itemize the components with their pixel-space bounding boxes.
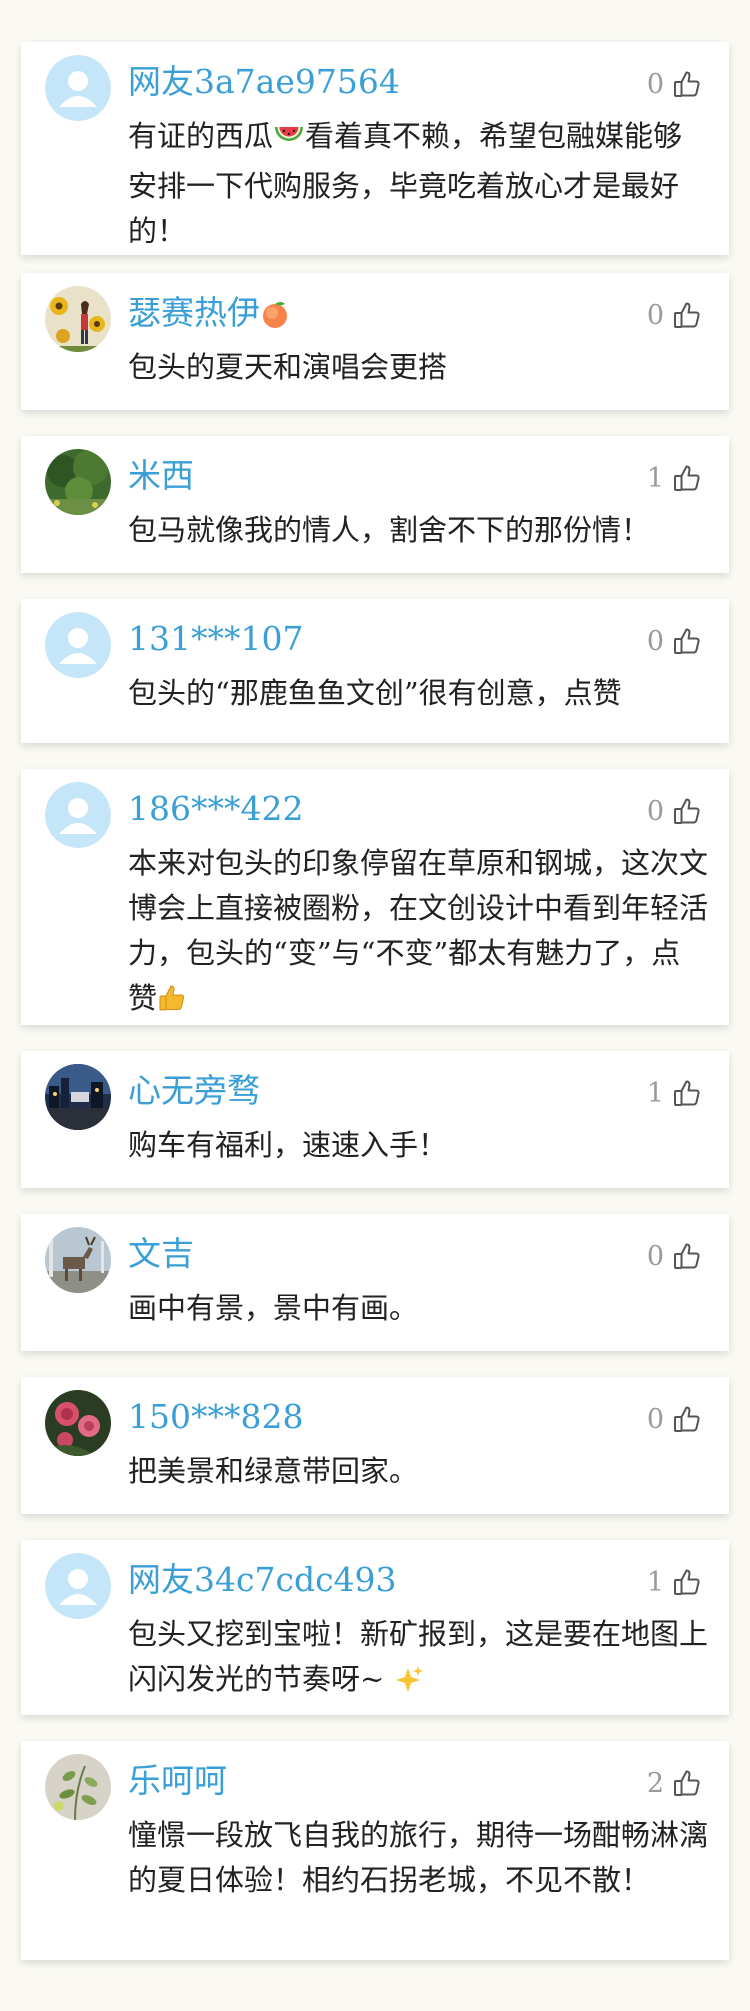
comment-text: 包头的夏天和演唱会更搭 <box>128 345 708 390</box>
comment-text-segment: 本来对包头的印象停留在草原和钢城，这次文博会上直接被圈粉，在文创设计中看到年轻活… <box>128 846 709 1015</box>
comment-text: 画中有景，景中有画。 <box>128 1286 708 1331</box>
like-count: 0 <box>646 625 664 657</box>
username[interactable]: 网友34c7cdc493 <box>128 1558 397 1602</box>
user-avatar[interactable] <box>45 286 111 352</box>
comment-card: 文吉 0 画中有景，景中有画。 <box>21 1214 729 1351</box>
comment-card: 心无旁骛 1 购车有福利，速速入手！ <box>21 1051 729 1188</box>
thumbs-up-icon[interactable] <box>672 796 702 826</box>
like-count: 0 <box>646 68 664 100</box>
username[interactable]: 186***422 <box>128 787 303 831</box>
username[interactable]: 米西 <box>128 454 194 498</box>
comment-text: 包头又挖到宝啦！新矿报到，这是要在地图上闪闪发光的节奏呀~ <box>128 1612 708 1707</box>
comment-text: 包头的“那鹿鱼鱼文创”很有创意，点赞 <box>128 671 708 716</box>
username-text: 乐呵呵 <box>128 1761 227 1800</box>
thumbs-up-icon[interactable] <box>672 463 702 493</box>
comment-text-segment: 包头的“那鹿鱼鱼文创”很有创意，点赞 <box>128 676 622 710</box>
username[interactable]: 心无旁骛 <box>128 1069 260 1113</box>
like-button[interactable]: 0 <box>647 295 702 335</box>
thumbs-up-icon[interactable] <box>672 1567 702 1597</box>
like-button[interactable]: 2 <box>647 1763 702 1803</box>
comment-text-segment: 包头的夏天和演唱会更搭 <box>128 350 448 384</box>
default-avatar[interactable] <box>45 55 111 121</box>
like-button[interactable]: 1 <box>647 1562 702 1602</box>
like-button[interactable]: 1 <box>647 1073 702 1113</box>
comment-text-segment: 有证的西瓜 <box>128 119 274 153</box>
thumbs-up-icon[interactable] <box>672 1768 702 1798</box>
like-count: 0 <box>646 299 664 331</box>
like-button[interactable]: 0 <box>647 1236 702 1276</box>
thumbs-up-icon[interactable] <box>672 300 702 330</box>
comment-text-segment: 购车有福利，速速入手！ <box>128 1128 448 1162</box>
sparkles-emoji <box>394 1662 424 1707</box>
comment-list: 网友3a7ae97564 0 有证的西瓜 看着真不赖，希望包融媒能够安排一下代购服务，… <box>0 0 750 2011</box>
comment-text: 憧憬一段放飞自我的旅行，期待一场酣畅淋漓的夏日体验！相约石拐老城，不见不散！ <box>128 1813 708 1903</box>
comment-card: 瑟赛热伊 0 包头的夏天和演唱会更搭 <box>21 273 729 410</box>
user-avatar[interactable] <box>45 1390 111 1456</box>
like-button[interactable]: 0 <box>647 791 702 831</box>
comment-text-segment: 画中有景，景中有画。 <box>128 1291 419 1325</box>
like-button[interactable]: 1 <box>647 458 702 498</box>
default-avatar[interactable] <box>45 612 111 678</box>
user-avatar[interactable] <box>45 449 111 515</box>
username-text: 186***422 <box>128 789 304 828</box>
comment-card: 网友3a7ae97564 0 有证的西瓜 看着真不赖，希望包融媒能够安排一下代购服务，… <box>21 42 729 255</box>
default-avatar[interactable] <box>45 782 111 848</box>
comment-text-segment: 包马就像我的情人，割舍不下的那份情！ <box>128 513 651 547</box>
username[interactable]: 网友3a7ae97564 <box>128 60 400 104</box>
username-text: 米西 <box>128 456 194 495</box>
like-button[interactable]: 0 <box>647 64 702 104</box>
username-text: 瑟赛热伊 <box>128 293 260 332</box>
user-avatar[interactable] <box>45 1064 111 1130</box>
comment-text: 有证的西瓜 看着真不赖，希望包融媒能够安排一下代购服务，毕竟吃着放心才是最好的！ <box>128 114 708 254</box>
username-text: 131***107 <box>128 619 304 658</box>
thumbs-up-icon[interactable] <box>672 1241 702 1271</box>
like-count: 1 <box>646 1566 664 1598</box>
thumbs-up-icon[interactable] <box>672 626 702 656</box>
username[interactable]: 150***828 <box>128 1395 303 1439</box>
peach-emoji <box>260 296 290 340</box>
default-avatar[interactable] <box>45 1553 111 1619</box>
comment-text: 购车有福利，速速入手！ <box>128 1123 708 1168</box>
username-text: 150***828 <box>128 1397 304 1436</box>
watermelon-emoji <box>273 119 305 164</box>
username-text: 文吉 <box>128 1234 194 1273</box>
like-count: 2 <box>646 1767 664 1799</box>
comment-card: 米西 1 包马就像我的情人，割舍不下的那份情！ <box>21 436 729 573</box>
like-count: 0 <box>646 1240 664 1272</box>
thumbs-up-icon[interactable] <box>672 69 702 99</box>
comment-text: 包马就像我的情人，割舍不下的那份情！ <box>128 508 708 553</box>
username[interactable]: 131***107 <box>128 617 303 661</box>
like-button[interactable]: 0 <box>647 621 702 661</box>
like-count: 1 <box>646 1077 664 1109</box>
username-text: 网友3a7ae97564 <box>128 62 400 101</box>
like-count: 0 <box>646 795 664 827</box>
user-avatar[interactable] <box>45 1227 111 1293</box>
username[interactable]: 瑟赛热伊 <box>128 291 290 340</box>
comment-card: 186***422 0 本来对包头的印象停留在草原和钢城，这次文博会上直接被圈粉，在… <box>21 769 729 1025</box>
username[interactable]: 文吉 <box>128 1232 194 1276</box>
thumbs-up-emoji <box>157 981 187 1026</box>
username-text: 心无旁骛 <box>128 1071 260 1110</box>
comment-card: 乐呵呵 2 憧憬一段放飞自我的旅行，期待一场酣畅淋漓的夏日体验！相约石拐老城，不见不… <box>21 1741 729 1960</box>
comment-card: 150***828 0 把美景和绿意带回家。 <box>21 1377 729 1514</box>
comment-text: 把美景和绿意带回家。 <box>128 1449 708 1494</box>
comment-text-segment: 把美景和绿意带回家。 <box>128 1454 419 1488</box>
comment-card: 网友34c7cdc493 1 包头又挖到宝啦！新矿报到，这是要在地图上闪闪发光的节奏… <box>21 1540 729 1715</box>
username-text: 网友34c7cdc493 <box>128 1560 397 1599</box>
user-avatar[interactable] <box>45 1754 111 1820</box>
comment-text: 本来对包头的印象停留在草原和钢城，这次文博会上直接被圈粉，在文创设计中看到年轻活… <box>128 841 708 1026</box>
comment-text-segment: 憧憬一段放飞自我的旅行，期待一场酣畅淋漓的夏日体验！相约石拐老城，不见不散！ <box>128 1818 709 1897</box>
thumbs-up-icon[interactable] <box>672 1078 702 1108</box>
like-button[interactable]: 0 <box>647 1399 702 1439</box>
comment-card: 131***107 0 包头的“那鹿鱼鱼文创”很有创意，点赞 <box>21 599 729 743</box>
like-count: 0 <box>646 1403 664 1435</box>
like-count: 1 <box>646 462 664 494</box>
thumbs-up-icon[interactable] <box>672 1404 702 1434</box>
username[interactable]: 乐呵呵 <box>128 1759 227 1803</box>
